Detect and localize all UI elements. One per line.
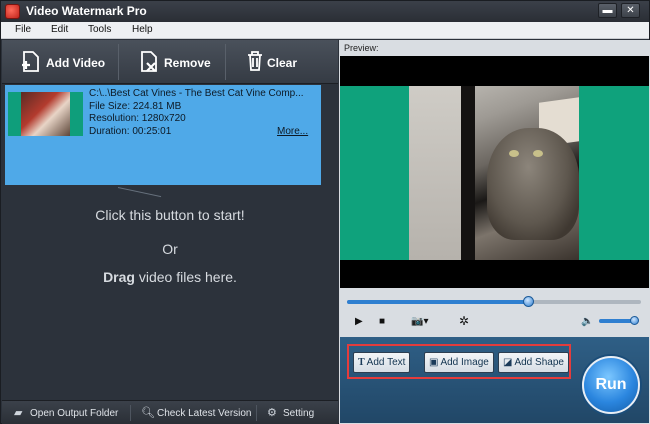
add-image-label: Add Image xyxy=(440,357,489,368)
video-thumbnail xyxy=(8,92,83,136)
drag-hint-bold: Drag xyxy=(103,269,135,285)
seek-bar[interactable] xyxy=(347,296,641,307)
close-button[interactable]: ✕ xyxy=(621,3,640,18)
app-window: Video Watermark Pro ▬ ✕ File Edit Tools … xyxy=(0,0,650,424)
minimize-button[interactable]: ▬ xyxy=(598,3,617,18)
video-preview[interactable] xyxy=(340,56,649,288)
drag-hint: Drag video files here. xyxy=(2,269,338,285)
bottom-bar-divider xyxy=(130,405,131,421)
volume-handle[interactable] xyxy=(630,316,639,325)
search-icon: 🔍︎ xyxy=(141,407,155,419)
frame-door xyxy=(461,86,475,260)
remove-file-icon xyxy=(141,51,157,72)
stop-icon[interactable]: ■ xyxy=(379,316,385,327)
start-hint: Click this button to start! xyxy=(95,207,245,223)
title-bar: Video Watermark Pro ▬ ✕ xyxy=(1,1,649,22)
seek-bar-fill xyxy=(347,300,530,304)
watermark-action-area: T Add Text ▣ Add Image ◪ Add Shape Run xyxy=(340,337,649,423)
remove-label: Remove xyxy=(164,56,211,70)
play-icon[interactable]: ▶ xyxy=(355,316,363,327)
preview-pane: Preview: ▶ ■ 📷▾ ✲ 🔈 T Add Text ▣ Add Ima… xyxy=(339,40,650,424)
add-text-button[interactable]: T Add Text xyxy=(353,352,411,373)
setting-label: Setting xyxy=(283,408,315,419)
menu-bar: File Edit Tools Help xyxy=(1,22,649,39)
frame-cat-eye xyxy=(509,150,519,157)
file-list-item[interactable]: C:\..\Best Cat Vines - The Best Cat Vine… xyxy=(5,85,321,185)
menu-file[interactable]: File xyxy=(15,24,31,35)
add-video-label: Add Video xyxy=(46,56,106,70)
add-shape-label: Add Shape xyxy=(514,357,564,368)
bottom-bar: ▰ Open Output Folder 🔍︎ Check Latest Versi… xyxy=(2,400,338,424)
file-path: C:\..\Best Cat Vines - The Best Cat Vine… xyxy=(89,88,304,99)
run-button[interactable]: Run xyxy=(582,356,640,414)
drag-hint-rest: video files here. xyxy=(134,269,237,285)
toolbar: Add Video Remove Clear xyxy=(2,40,338,84)
check-latest-version-label: Check Latest Version xyxy=(157,408,252,419)
shape-icon: ◪ xyxy=(503,357,513,368)
add-video-button[interactable]: Add Video xyxy=(2,40,118,84)
bottom-bar-divider xyxy=(256,405,257,421)
frame-cat-eye xyxy=(533,150,543,157)
trash-icon xyxy=(248,51,262,71)
toolbar-divider xyxy=(225,44,226,80)
add-image-button[interactable]: ▣ Add Image xyxy=(424,352,494,373)
hint-pointer-line xyxy=(117,187,162,198)
add-watermark-group: T Add Text ▣ Add Image ◪ Add Shape xyxy=(347,344,571,379)
file-list-pane: Add Video Remove Clear C:\..\Best Cat Vi… xyxy=(2,40,338,424)
gear-icon: ⚙ xyxy=(267,407,277,419)
setting-button[interactable]: ⚙ Setting xyxy=(267,406,314,419)
text-icon: T xyxy=(358,357,365,368)
check-latest-version-button[interactable]: 🔍︎ Check Latest Version xyxy=(141,406,252,419)
add-shape-button[interactable]: ◪ Add Shape xyxy=(498,352,569,373)
file-size: File Size: 224.81 MB xyxy=(89,100,182,112)
camera-icon[interactable]: 📷▾ xyxy=(411,316,428,327)
preview-label: Preview: xyxy=(344,43,379,53)
more-link[interactable]: More... xyxy=(277,126,308,137)
playback-controls: ▶ ■ 📷▾ ✲ 🔈 xyxy=(339,310,650,334)
effects-icon[interactable]: ✲ xyxy=(459,314,469,328)
or-hint: Or xyxy=(162,241,178,257)
remove-button[interactable]: Remove xyxy=(120,40,224,84)
menu-edit[interactable]: Edit xyxy=(51,24,68,35)
add-file-icon xyxy=(22,51,39,72)
video-frame xyxy=(409,86,579,260)
thumbnail-frame xyxy=(21,92,70,136)
file-resolution: Resolution: 1280x720 xyxy=(89,113,186,124)
clear-label: Clear xyxy=(267,56,298,70)
clear-button[interactable]: Clear xyxy=(227,40,338,84)
toolbar-divider xyxy=(118,44,119,80)
folder-icon: ▰ xyxy=(14,407,23,419)
open-output-folder-label: Open Output Folder xyxy=(30,408,119,419)
seek-handle[interactable] xyxy=(523,296,535,307)
frame-wall xyxy=(409,86,469,260)
app-logo-icon xyxy=(5,4,20,19)
menu-help[interactable]: Help xyxy=(132,24,153,35)
volume-slider[interactable] xyxy=(599,316,639,325)
volume-icon[interactable]: 🔈 xyxy=(581,316,593,327)
open-output-folder-button[interactable]: ▰ Open Output Folder xyxy=(14,406,118,419)
image-icon: ▣ xyxy=(429,357,439,368)
menu-tools[interactable]: Tools xyxy=(88,24,111,35)
add-text-label: Add Text xyxy=(366,357,406,368)
window-title: Video Watermark Pro xyxy=(26,4,147,18)
frame-cat xyxy=(487,128,579,240)
